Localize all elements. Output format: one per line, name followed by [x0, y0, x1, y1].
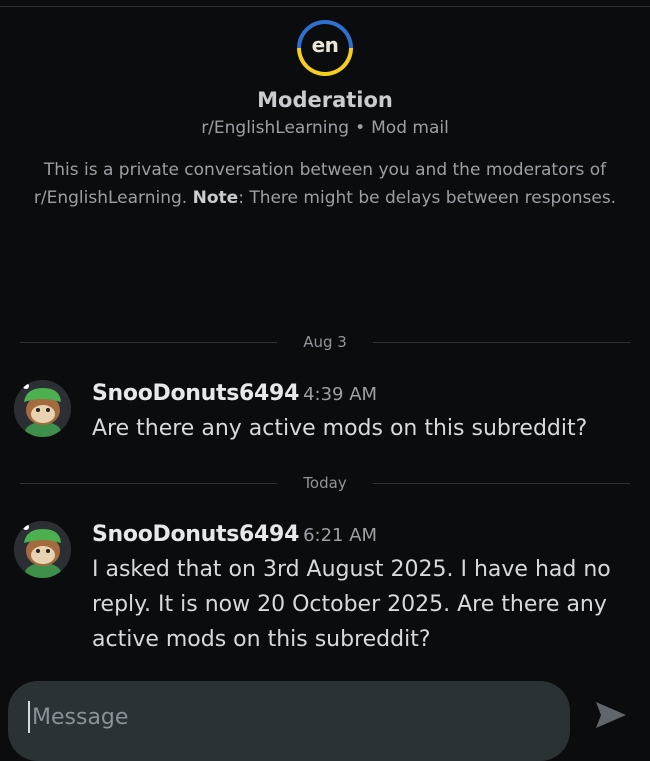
message-text: I asked that on 3rd August 2025. I have … — [92, 557, 611, 652]
snoo-avatar-icon[interactable] — [14, 380, 71, 437]
message-composer — [8, 681, 570, 761]
notice-note-label: Note — [192, 188, 239, 208]
subreddit-name[interactable]: r/EnglishLearning — [201, 118, 349, 138]
message-input[interactable] — [28, 701, 534, 733]
author-username[interactable]: SnooDonuts6494 — [92, 381, 299, 406]
message-item: SnooDonuts6494 6:21 AM I asked that on 3r… — [14, 519, 634, 659]
message-body: SnooDonuts6494 6:21 AM I asked that on 3r… — [92, 519, 632, 657]
date-separator: Today — [20, 474, 631, 492]
subreddit-logo: en — [297, 20, 353, 76]
message-text: Are there any active mods on this subred… — [92, 416, 588, 441]
divider-line — [20, 341, 278, 343]
divider-line — [372, 341, 631, 343]
subtitle-separator: • — [355, 118, 366, 138]
divider-line — [372, 482, 631, 484]
top-divider — [0, 6, 650, 7]
date-label: Today — [303, 474, 347, 492]
message-header: SnooDonuts6494 4:39 AM — [92, 378, 632, 411]
privacy-notice: This is a private conversation between y… — [10, 156, 640, 212]
notice-note-text: : There might be delays between response… — [238, 188, 617, 208]
date-label: Aug 3 — [303, 333, 347, 351]
author-username[interactable]: SnooDonuts6494 — [92, 522, 299, 547]
message-header: SnooDonuts6494 6:21 AM — [92, 519, 632, 552]
send-arrow-icon[interactable] — [594, 700, 628, 730]
date-separator: Aug 3 — [20, 333, 631, 351]
message-timestamp: 4:39 AM — [303, 384, 378, 405]
divider-line — [20, 482, 278, 484]
conversation-title: Moderation — [257, 88, 393, 112]
message-timestamp: 6:21 AM — [303, 525, 378, 546]
message-body: SnooDonuts6494 4:39 AM Are there any acti… — [92, 378, 632, 446]
subreddit-logo-text: en — [311, 33, 339, 57]
channel-name: Mod mail — [371, 118, 449, 138]
snoo-avatar-icon[interactable] — [14, 521, 71, 578]
conversation-subtitle: r/EnglishLearning • Mod mail — [0, 118, 650, 138]
message-item: SnooDonuts6494 4:39 AM Are there any acti… — [14, 378, 634, 441]
conversation-header: en Moderation r/EnglishLearning • Mod mail… — [0, 20, 650, 212]
